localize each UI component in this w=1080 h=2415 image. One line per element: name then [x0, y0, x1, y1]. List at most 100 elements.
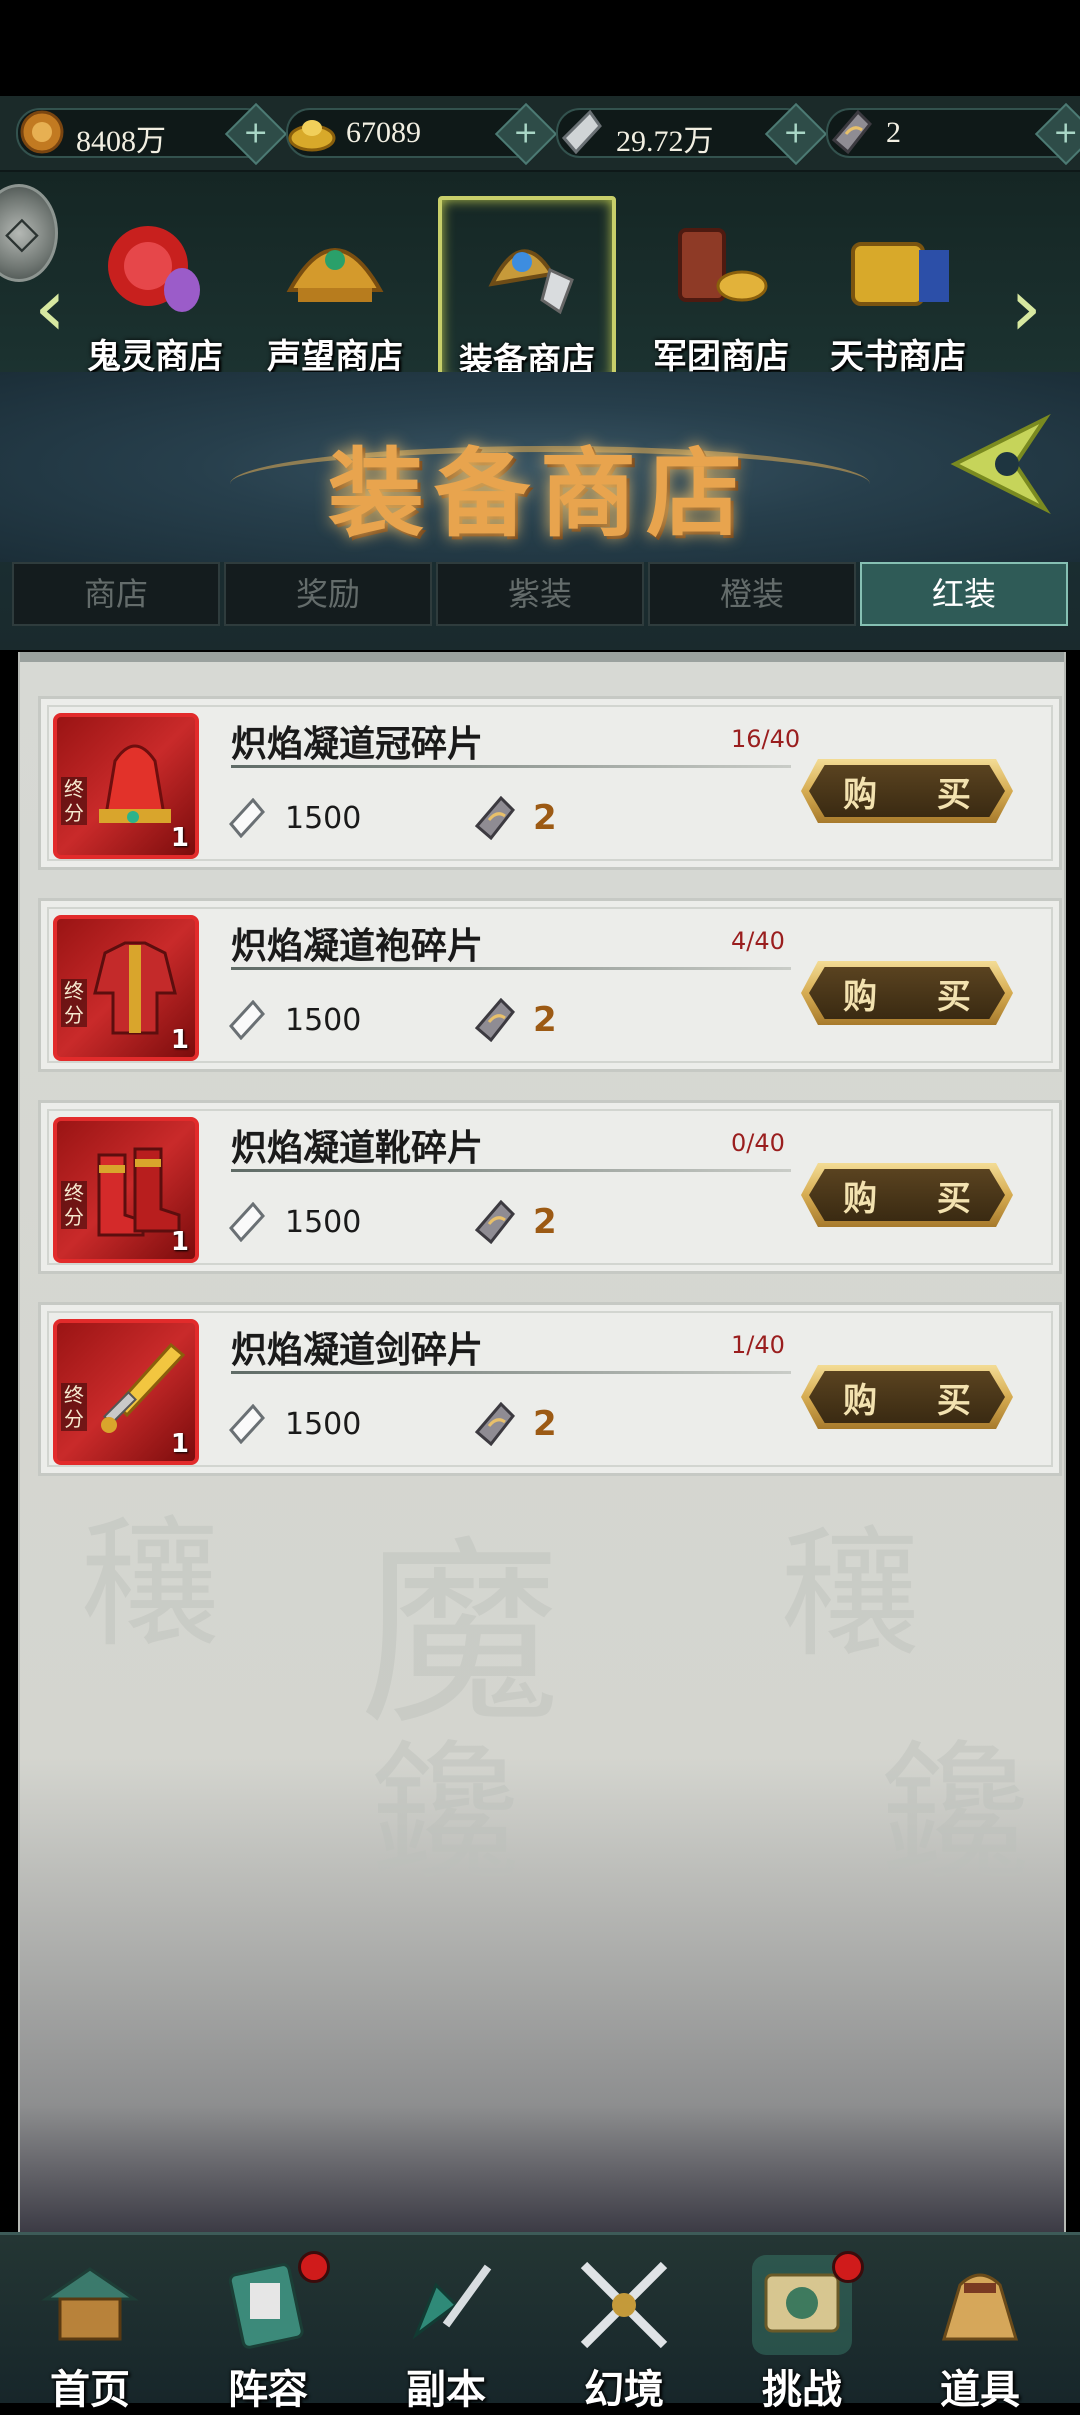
currency-gold: 67089 + [286, 102, 558, 166]
nav-illusion[interactable]: 幻境 [544, 2245, 704, 2413]
item-bag-icon [930, 2255, 1030, 2355]
status-bar [0, 0, 1080, 96]
banner-title: 装备商店 [328, 437, 752, 550]
shop-tab-label: 军团商店 [653, 337, 789, 377]
sword-icon[interactable]: 终分 1 [53, 1319, 199, 1465]
calligraphy-watermark: 穰 [80, 1504, 221, 1667]
golden-helmet-icon [275, 206, 395, 323]
home-pavilion-icon [40, 2255, 140, 2355]
notification-dot [298, 2251, 330, 2283]
sub-tab-shop[interactable]: 商店 [12, 562, 220, 626]
tabs-left-arrow[interactable]: ‹ [28, 261, 72, 354]
item-progress: 1/40 [731, 1331, 785, 1359]
equipment-icon [467, 210, 587, 327]
item-tag: 终分 [61, 1181, 87, 1229]
coin-icon [16, 106, 68, 158]
shop-tab-label: 声望商店 [267, 337, 403, 377]
item-name: 炽焰凝道冠碎片 [231, 723, 484, 765]
add-coin-button[interactable]: + [224, 102, 288, 166]
dark-crystal-cost-value: 2 [533, 1000, 557, 1040]
buy-label: 购 买 [843, 1380, 995, 1421]
crystal-cost: 1500 [227, 1399, 361, 1449]
crystal-cost-value: 1500 [285, 800, 362, 836]
shop-header: ◇ ‹ › 鬼灵商店 声望商店 装备商店 军团商店 天书商店 装备商店 商店 奖… [0, 172, 1080, 650]
sub-tabs: 商店 奖励 紫装 橙装 红装 [12, 562, 1068, 626]
nav-label: 挑战 [762, 2366, 842, 2413]
item-tag: 终分 [61, 1383, 87, 1431]
nav-label: 阵容 [228, 2366, 308, 2413]
crystal-cost-value: 1500 [285, 1204, 362, 1240]
crystal-icon [227, 1000, 267, 1040]
shop-emblem-icon[interactable] [940, 404, 1060, 524]
shop-tab-heaven-book[interactable]: 天书商店 [828, 196, 968, 378]
nav-challenge[interactable]: 挑战 [722, 2245, 882, 2413]
crystal-icon [227, 1202, 267, 1242]
spirit-orb-icon [95, 206, 215, 323]
sub-tab-reward[interactable]: 奖励 [224, 562, 432, 626]
shop-tab-reputation[interactable]: 声望商店 [250, 196, 420, 378]
nav-label: 首页 [50, 2366, 130, 2413]
buy-button[interactable]: 购 买 [801, 1365, 1013, 1429]
shop-item-row: 终分 1 炽焰凝道袍碎片 4/40 1500 2 购 买 [38, 898, 1062, 1072]
dark-crystal-icon [475, 1402, 515, 1446]
dark-crystal-icon [475, 1200, 515, 1244]
crystal-icon [227, 1404, 267, 1444]
nav-label: 幻境 [584, 2366, 664, 2413]
sub-tab-red[interactable]: 红装 [860, 562, 1068, 626]
shop-banner: 装备商店 [0, 372, 1080, 562]
crossed-swords-icon [574, 2255, 674, 2355]
currency-crystal: 29.72万 + [556, 102, 828, 166]
notification-dot [832, 2251, 864, 2283]
shop-tab-legion[interactable]: 军团商店 [636, 196, 806, 378]
robe-icon[interactable]: 终分 1 [53, 915, 199, 1061]
nav-home[interactable]: 首页 [10, 2245, 170, 2413]
plus-icon: + [783, 115, 809, 151]
dark-crystal-icon [475, 998, 515, 1042]
bottom-nav: 首页 阵容 副本 幻境 挑战 道具 [0, 2232, 1080, 2413]
item-quantity: 1 [170, 1227, 189, 1257]
calligraphy-watermark: 穰 [780, 1514, 921, 1677]
calligraphy-watermark: 鑱 [880, 1727, 1031, 1901]
heaven-book-icon [838, 206, 958, 323]
nav-label: 副本 [406, 2366, 486, 2413]
crystal-cost: 1500 [227, 1197, 361, 1247]
sub-tab-orange[interactable]: 橙装 [648, 562, 856, 626]
item-tag: 终分 [61, 979, 87, 1027]
buy-label: 购 买 [843, 1178, 995, 1219]
item-tag: 终分 [61, 777, 87, 825]
add-dark-crystal-button[interactable]: + [1034, 102, 1080, 166]
dark-crystal-icon [826, 106, 878, 158]
nav-dungeon[interactable]: 副本 [366, 2245, 526, 2413]
plus-icon: + [513, 115, 539, 151]
diamond-icon: ◇ [5, 207, 39, 258]
gold-ingot-icon [286, 106, 338, 158]
buy-button[interactable]: 购 买 [801, 759, 1013, 823]
dark-crystal-cost: 2 [475, 1399, 557, 1449]
name-divider [231, 1169, 791, 1172]
item-list-panel: 穰 魔 穰 鑱 鑱 终分 1 炽焰凝道冠碎片 16/40 1500 2 购 买 … [18, 652, 1066, 2232]
add-gold-button[interactable]: + [494, 102, 558, 166]
boots-icon[interactable]: 终分 1 [53, 1117, 199, 1263]
gold-value: 67089 [346, 116, 421, 149]
dark-crystal-icon [475, 796, 515, 840]
dark-crystal-cost: 2 [475, 1197, 557, 1247]
buy-label: 购 买 [843, 774, 995, 815]
tabs-right-arrow[interactable]: › [1004, 261, 1048, 354]
shop-item-row: 终分 1 炽焰凝道靴碎片 0/40 1500 2 购 买 [38, 1100, 1062, 1274]
crystal-cost-value: 1500 [285, 1002, 362, 1038]
nav-lineup[interactable]: 阵容 [188, 2245, 348, 2413]
name-divider [231, 967, 791, 970]
buy-button[interactable]: 购 买 [801, 1163, 1013, 1227]
add-crystal-button[interactable]: + [764, 102, 828, 166]
item-quantity: 1 [170, 823, 189, 853]
sub-tab-purple[interactable]: 紫装 [436, 562, 644, 626]
crown-icon[interactable]: 终分 1 [53, 713, 199, 859]
dungeon-sword-icon [396, 2255, 496, 2355]
shop-tab-spirit[interactable]: 鬼灵商店 [70, 196, 240, 378]
item-progress: 16/40 [731, 725, 801, 753]
crystal-icon [227, 798, 267, 838]
crystal-icon [556, 106, 608, 158]
shop-tab-equipment[interactable]: 装备商店 [438, 196, 616, 386]
buy-button[interactable]: 购 买 [801, 961, 1013, 1025]
nav-items[interactable]: 道具 [900, 2245, 1060, 2413]
